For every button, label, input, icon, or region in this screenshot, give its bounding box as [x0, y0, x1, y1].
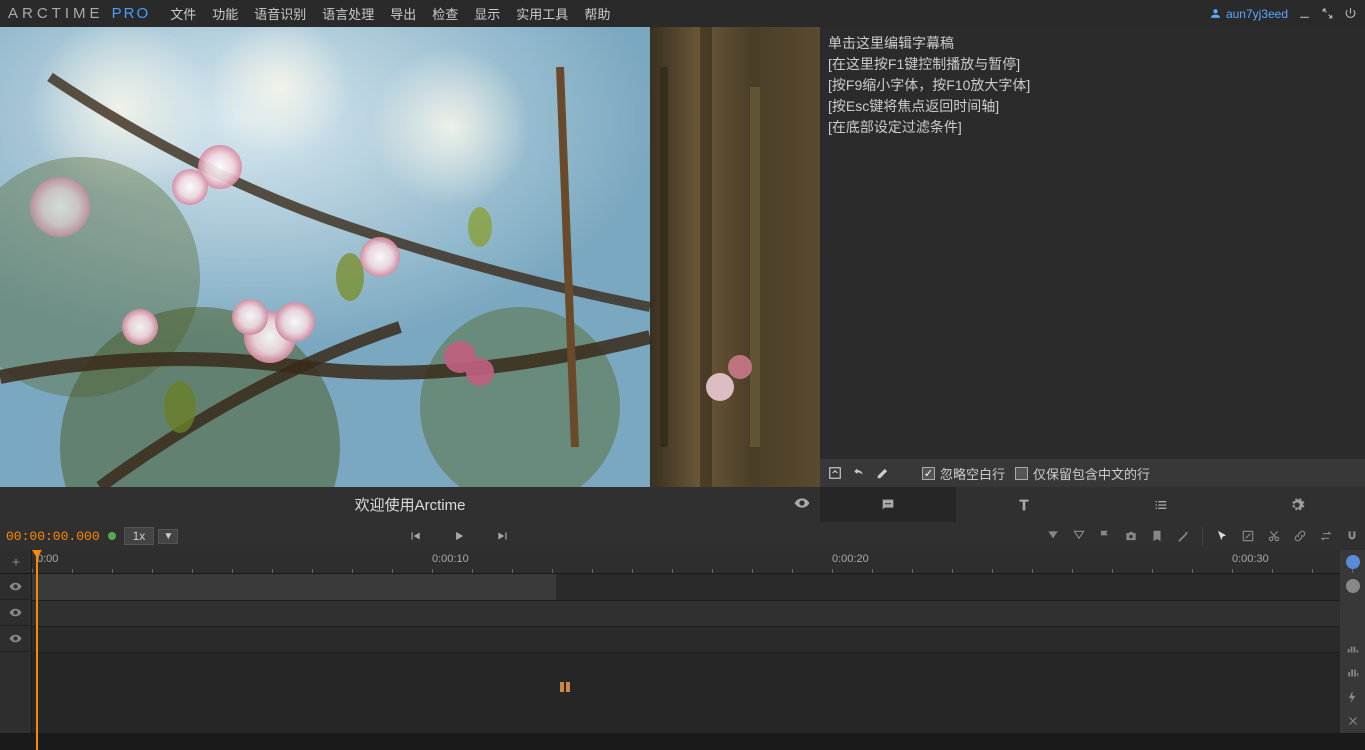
video-preview[interactable]	[0, 27, 820, 487]
menu-export[interactable]: 导出	[390, 4, 416, 23]
app-logo: ARCTIME PRO	[8, 5, 150, 22]
tab-settings[interactable]	[1229, 487, 1365, 522]
user-account[interactable]: aun7yj3eed	[1209, 7, 1288, 21]
bookmark-icon[interactable]	[1150, 529, 1164, 543]
close-side-icon[interactable]	[1340, 709, 1365, 733]
menu-language[interactable]: 语言处理	[322, 4, 374, 23]
color-gray-button[interactable]	[1340, 574, 1365, 598]
edit-tool-icon[interactable]	[1241, 529, 1255, 543]
timeline-tracks[interactable]	[32, 574, 1340, 733]
magnet-icon[interactable]	[1345, 529, 1359, 543]
speed-value[interactable]: 1x	[124, 527, 155, 545]
menu-check[interactable]: 检查	[432, 4, 458, 23]
menu-function[interactable]: 功能	[212, 4, 238, 23]
track-visibility-2[interactable]	[0, 600, 31, 626]
undo-icon[interactable]	[852, 466, 866, 480]
status-bar: 欢迎使用Arctime	[0, 487, 820, 522]
prev-icon[interactable]	[408, 529, 422, 543]
bars-icon[interactable]	[1340, 661, 1365, 685]
swap-icon[interactable]	[1319, 529, 1333, 543]
maximize-icon[interactable]	[1321, 7, 1334, 20]
menu-help[interactable]: 帮助	[584, 4, 610, 23]
next-icon[interactable]	[496, 529, 510, 543]
visibility-toggle[interactable]	[794, 495, 810, 515]
timecode-display: 00:00:00.000	[6, 529, 100, 544]
track-region[interactable]	[32, 574, 556, 600]
menu-display[interactable]: 显示	[474, 4, 500, 23]
cut-icon[interactable]	[1267, 529, 1281, 543]
power-icon[interactable]	[1344, 7, 1357, 20]
marker-down-icon[interactable]	[1046, 529, 1060, 543]
ignore-blank-checkbox[interactable]: 忽略空白行	[922, 464, 1005, 483]
menu-bar: 文件 功能 语音识别 语言处理 导出 检查 显示 实用工具 帮助	[170, 4, 610, 23]
add-track-button[interactable]	[0, 550, 32, 573]
menu-file[interactable]: 文件	[170, 4, 196, 23]
menu-tools[interactable]: 实用工具	[516, 4, 568, 23]
bolt-icon[interactable]	[1340, 685, 1365, 709]
status-dot	[108, 532, 116, 540]
camera-icon[interactable]	[1124, 529, 1138, 543]
minimize-icon[interactable]	[1298, 7, 1311, 20]
chinese-only-checkbox[interactable]: 仅保留包含中文的行	[1015, 464, 1150, 483]
user-icon	[1209, 7, 1222, 20]
timeline-ruler[interactable]: 0:00 0:00:10 0:00:20 0:00:30	[32, 550, 1340, 573]
waveform-icon[interactable]	[1340, 637, 1365, 661]
flag-icon[interactable]	[1098, 529, 1112, 543]
playhead[interactable]	[36, 550, 38, 750]
timeline-marker	[560, 682, 570, 692]
pointer-icon[interactable]	[1215, 529, 1229, 543]
edit-icon[interactable]	[876, 466, 890, 480]
speed-dropdown[interactable]: ▼	[158, 529, 178, 544]
wand-icon[interactable]	[1176, 529, 1190, 543]
marker-down2-icon[interactable]	[1072, 529, 1086, 543]
collapse-icon[interactable]	[828, 466, 842, 480]
tab-list[interactable]	[1093, 487, 1229, 522]
tab-chat[interactable]	[820, 487, 956, 522]
track-visibility-1[interactable]	[0, 574, 31, 600]
track-visibility-3[interactable]	[0, 626, 31, 652]
menu-speech[interactable]: 语音识别	[254, 4, 306, 23]
tab-text[interactable]	[956, 487, 1092, 522]
link-icon[interactable]	[1293, 529, 1307, 543]
play-icon[interactable]	[452, 529, 466, 543]
subtitle-editor[interactable]: 单击这里编辑字幕稿 [在这里按F1键控制播放与暂停] [按F9缩小字体，按F10…	[820, 27, 1365, 459]
